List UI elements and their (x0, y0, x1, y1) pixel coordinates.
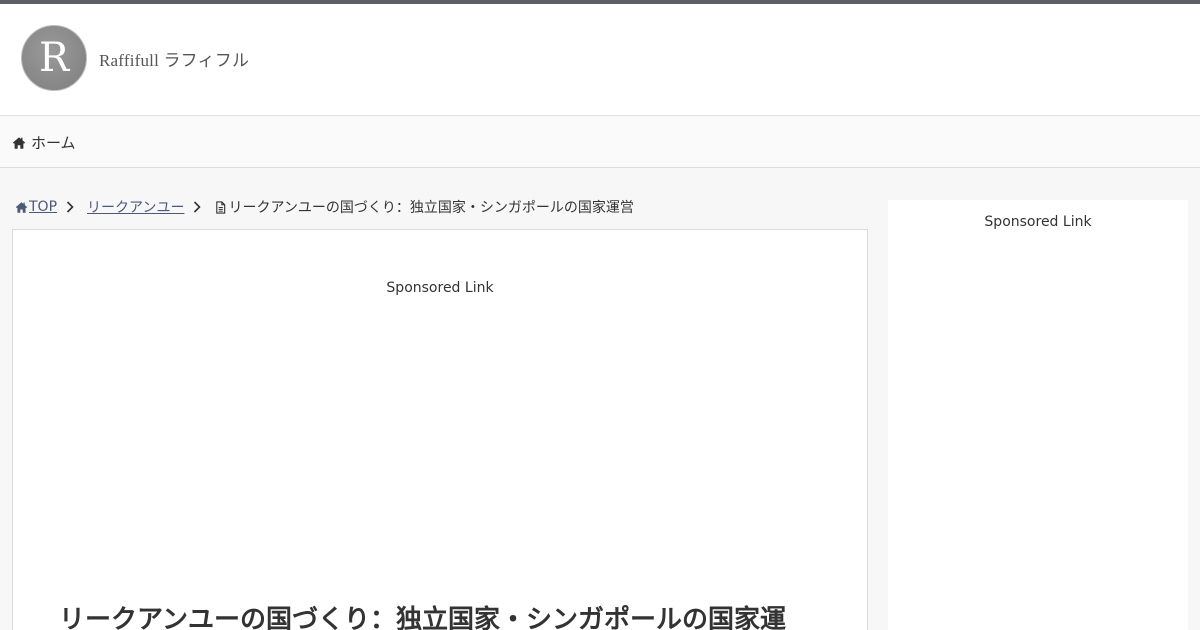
article-card: Sponsored Link リークアンユーの国づくり：独立国家・シンガポールの… (12, 229, 868, 630)
breadcrumb-category-link[interactable]: リークアンユー (87, 197, 184, 217)
document-icon (214, 200, 227, 214)
logo-letter: R (38, 35, 70, 81)
nav-item-home-label: ホーム (31, 134, 76, 152)
home-icon (12, 136, 26, 150)
site-logo-icon: R (21, 25, 87, 91)
global-nav: ホーム (0, 117, 1200, 168)
chevron-right-icon (190, 200, 204, 214)
breadcrumb-current: リークアンユーの国づくり：独立国家・シンガポールの国家運営 (214, 197, 634, 217)
sponsored-link-label: Sponsored Link (386, 280, 494, 296)
ad-slot[interactable] (53, 310, 829, 590)
breadcrumb: TOP リークアンユー リークアンユーの国づくり：独立国家・シンガポールの国家運… (15, 197, 634, 217)
home-icon (15, 201, 28, 214)
chevron-right-icon (63, 200, 77, 214)
site-logo-text: Raffifull ラフィフル (99, 50, 250, 70)
nav-item-home[interactable]: ホーム (12, 117, 76, 168)
sidebar-sponsored-link-label: Sponsored Link (984, 214, 1092, 230)
site-logo-link[interactable]: R Raffifull ラフィフル (21, 25, 249, 91)
sidebar: Sponsored Link (888, 200, 1188, 630)
site-header: R Raffifull ラフィフル (0, 4, 1200, 116)
breadcrumb-current-label: リークアンユーの国づくり：独立国家・シンガポールの国家運営 (228, 200, 634, 216)
article-title: リークアンユーの国づくり：独立国家・シンガポールの国家運 (59, 605, 786, 630)
breadcrumb-top-link[interactable]: TOP (29, 199, 57, 215)
